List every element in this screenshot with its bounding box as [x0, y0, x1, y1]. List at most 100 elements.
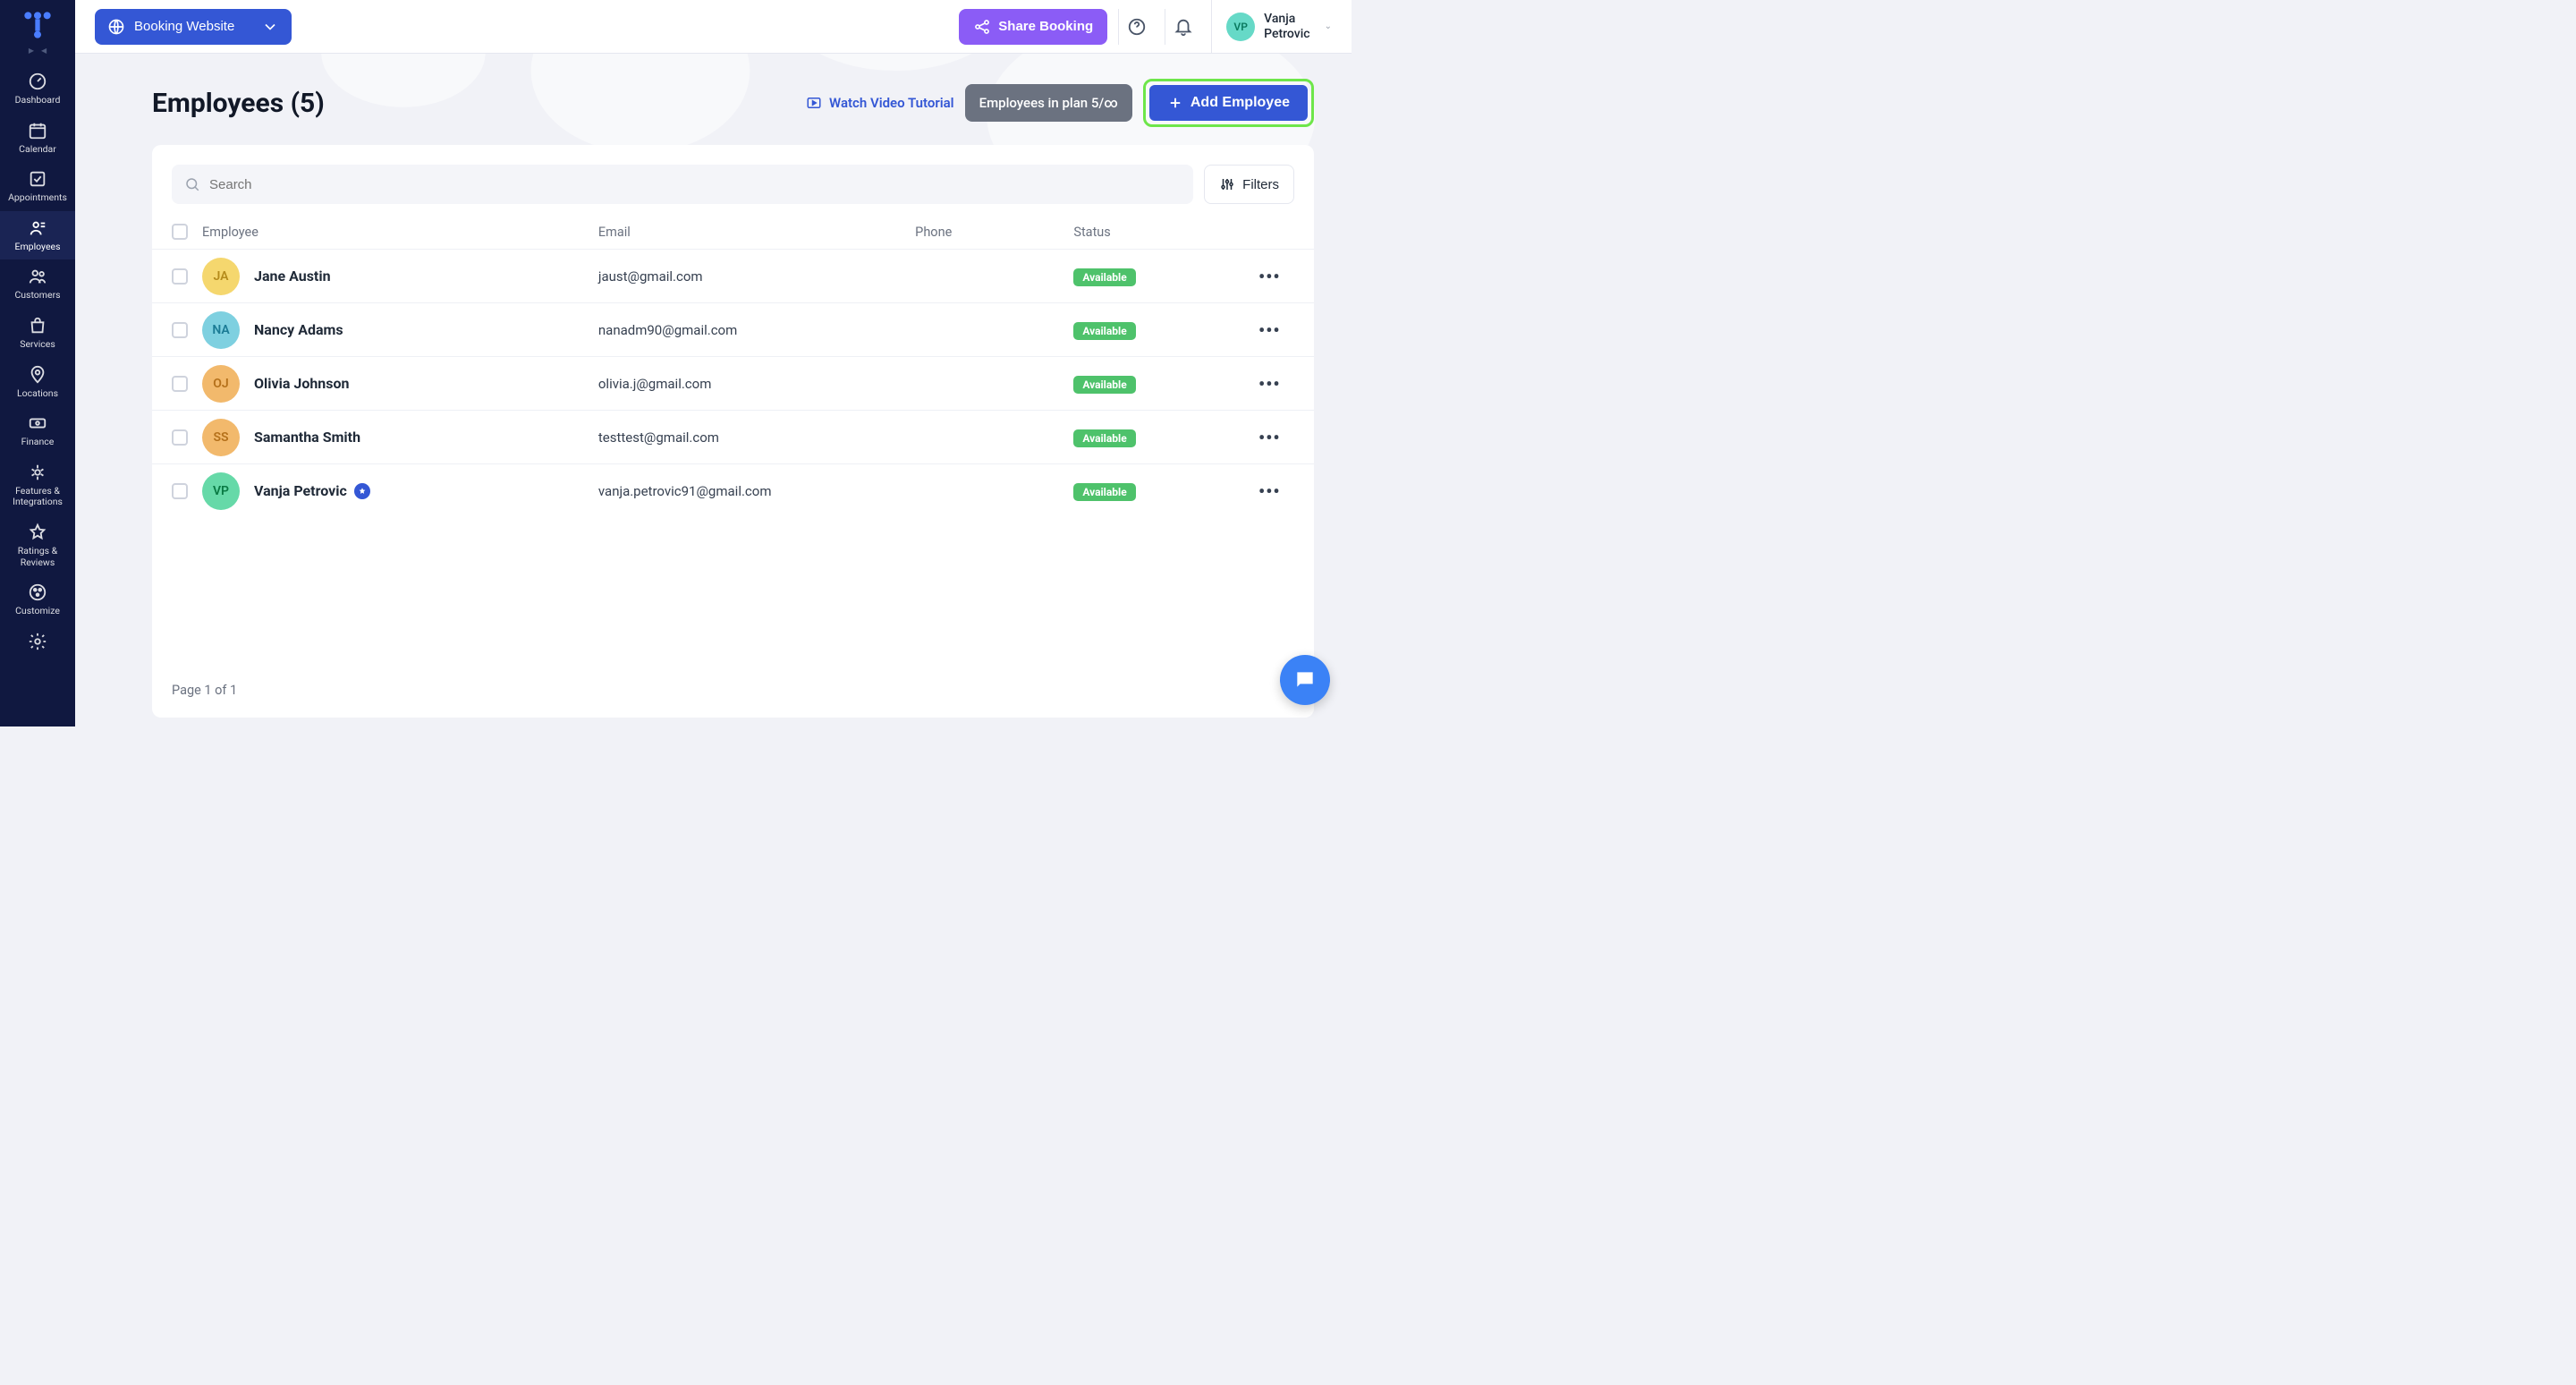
- employee-avatar: VP: [202, 472, 240, 510]
- nav-settings[interactable]: [0, 625, 75, 659]
- nav-locations[interactable]: Locations: [0, 358, 75, 407]
- employee-name: Jane Austin: [254, 268, 331, 285]
- employees-card: Filters Employee Email Phone Status JA J…: [152, 145, 1314, 718]
- add-employee-highlight: Add Employee: [1143, 79, 1314, 127]
- watch-tutorial-link[interactable]: Watch Video Tutorial: [806, 95, 954, 111]
- employee-avatar: NA: [202, 311, 240, 349]
- page-title: Employees (5): [152, 88, 795, 119]
- nav-label: Ratings & Reviews: [4, 546, 72, 568]
- row-actions-button[interactable]: •••: [1258, 373, 1281, 395]
- sidebar-collapse-toggle[interactable]: ▶◀: [27, 47, 48, 55]
- row-actions-button[interactable]: •••: [1258, 480, 1281, 502]
- share-label: Share Booking: [998, 19, 1093, 34]
- nav-label: Locations: [17, 388, 58, 400]
- status-badge: Available: [1073, 268, 1135, 286]
- table-row[interactable]: NA Nancy Adams nanadm90@gmail.com Availa…: [152, 302, 1314, 356]
- search-input[interactable]: [209, 177, 1181, 192]
- employee-avatar: JA: [202, 258, 240, 295]
- nav-ratings[interactable]: Ratings & Reviews: [0, 515, 75, 575]
- topbar: Booking Website Share Booking VP Vanja P…: [75, 0, 1352, 54]
- add-label: Add Employee: [1191, 95, 1290, 111]
- watch-label: Watch Video Tutorial: [829, 95, 954, 111]
- nav-services[interactable]: Services: [0, 309, 75, 358]
- row-actions-button[interactable]: •••: [1258, 427, 1281, 448]
- status-badge: Available: [1073, 483, 1135, 501]
- card-toolbar: Filters: [152, 165, 1314, 204]
- row-checkbox[interactable]: [172, 483, 188, 499]
- employee-email: testtest@gmail.com: [598, 429, 915, 446]
- employee-name: Olivia Johnson: [254, 375, 350, 392]
- user-lastname: Petrovic: [1264, 27, 1309, 42]
- add-employee-button[interactable]: Add Employee: [1149, 85, 1308, 121]
- nav-customize[interactable]: Customize: [0, 575, 75, 625]
- chat-button[interactable]: [1280, 655, 1330, 705]
- row-checkbox[interactable]: [172, 268, 188, 285]
- table-body: JA Jane Austin jaust@gmail.com Available…: [152, 249, 1314, 517]
- employee-email: nanadm90@gmail.com: [598, 322, 915, 338]
- row-actions-button[interactable]: •••: [1258, 319, 1281, 341]
- plus-icon: [1167, 95, 1183, 111]
- bell-icon: [1174, 17, 1193, 37]
- play-icon: [806, 95, 822, 111]
- nav-label: Features & Integrations: [4, 486, 72, 508]
- share-booking-button[interactable]: Share Booking: [959, 9, 1107, 45]
- chevron-down-icon: ⌄: [1325, 21, 1332, 31]
- user-menu[interactable]: VP Vanja Petrovic ⌄: [1211, 0, 1332, 53]
- employee-email: jaust@gmail.com: [598, 268, 915, 285]
- nav-customers[interactable]: Customers: [0, 259, 75, 309]
- share-icon: [973, 18, 991, 36]
- sidebar: ▶◀ Dashboard Calendar Appointments Emplo…: [0, 0, 75, 726]
- nav-label: Employees: [15, 242, 61, 253]
- col-phone: Phone: [915, 225, 1073, 240]
- nav-label: Finance: [21, 437, 55, 448]
- nav-label: Services: [20, 339, 55, 351]
- page-header: Employees (5) Watch Video Tutorial Emplo…: [75, 54, 1352, 145]
- notifications-button[interactable]: [1165, 9, 1200, 45]
- table-row[interactable]: SS Samantha Smith testtest@gmail.com Ava…: [152, 410, 1314, 463]
- nav-finance[interactable]: Finance: [0, 406, 75, 455]
- booking-label: Booking Website: [134, 19, 234, 34]
- status-badge: Available: [1073, 429, 1135, 447]
- status-badge: Available: [1073, 322, 1135, 340]
- nav-dashboard[interactable]: Dashboard: [0, 64, 75, 114]
- nav-appointments[interactable]: Appointments: [0, 162, 75, 211]
- row-checkbox[interactable]: [172, 322, 188, 338]
- row-actions-button[interactable]: •••: [1258, 266, 1281, 287]
- nav-features[interactable]: Features & Integrations: [0, 455, 75, 515]
- nav-label: Dashboard: [15, 95, 61, 106]
- nav-employees[interactable]: Employees: [0, 211, 75, 260]
- booking-website-button[interactable]: Booking Website: [95, 9, 292, 45]
- pager: Page 1 of 1: [152, 674, 1314, 698]
- chat-icon: [1293, 668, 1317, 692]
- row-checkbox[interactable]: [172, 429, 188, 446]
- user-avatar: VP: [1226, 13, 1255, 41]
- employee-name: Nancy Adams: [254, 321, 343, 338]
- col-status: Status: [1073, 225, 1258, 240]
- filters-button[interactable]: Filters: [1204, 165, 1294, 204]
- nav-label: Customize: [15, 606, 60, 617]
- table-header: Employee Email Phone Status: [152, 215, 1314, 249]
- star-badge: [354, 483, 370, 499]
- row-checkbox[interactable]: [172, 376, 188, 392]
- table-row[interactable]: JA Jane Austin jaust@gmail.com Available…: [152, 249, 1314, 302]
- chevron-down-icon: [261, 18, 279, 36]
- col-email: Email: [598, 225, 915, 240]
- select-all-checkbox[interactable]: [172, 224, 188, 240]
- main-content: Employees (5) Watch Video Tutorial Emplo…: [75, 54, 1352, 726]
- app-logo: [23, 11, 52, 39]
- table-row[interactable]: VP Vanja Petrovic vanja.petrovic91@gmail…: [152, 463, 1314, 517]
- nav-label: Customers: [14, 290, 60, 302]
- employee-name: Vanja Petrovic: [254, 482, 370, 499]
- status-badge: Available: [1073, 376, 1135, 394]
- help-icon: [1127, 17, 1147, 37]
- help-button[interactable]: [1118, 9, 1154, 45]
- filters-label: Filters: [1242, 177, 1279, 192]
- nav-calendar[interactable]: Calendar: [0, 114, 75, 163]
- search-field[interactable]: [172, 165, 1193, 204]
- search-icon: [184, 176, 200, 192]
- nav-label: Appointments: [8, 192, 67, 204]
- nav-label: Calendar: [19, 144, 56, 156]
- employee-avatar: SS: [202, 419, 240, 456]
- filters-icon: [1219, 176, 1235, 192]
- table-row[interactable]: OJ Olivia Johnson olivia.j@gmail.com Ava…: [152, 356, 1314, 410]
